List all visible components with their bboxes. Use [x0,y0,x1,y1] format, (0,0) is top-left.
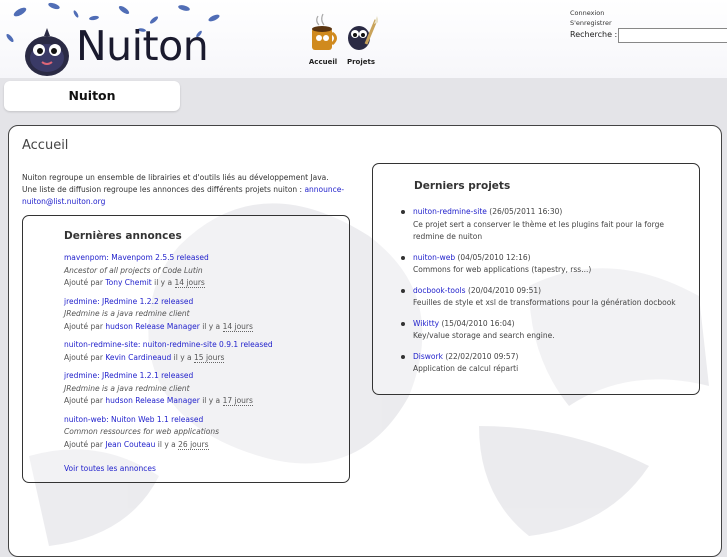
news-ago-prefix: il y a [202,396,221,405]
news-added-by: Ajouté par [64,278,103,287]
news-author-link[interactable]: Tony Chemit [105,278,151,287]
project-link[interactable]: Diswork [413,352,443,361]
news-item: jredmine: JRedmine 1.2.2 released JRedmi… [64,296,344,334]
news-meta: Ajouté par Jean Couteau il y a 26 jours [64,439,344,452]
site-header: Nuiton Accueil Projets Connexion S'enreg… [0,0,727,80]
project-title[interactable]: Nuiton [4,81,180,111]
news-list: mavenpom: Mavenpom 2.5.5 released Ancest… [64,252,344,457]
news-ago-prefix: il y a [173,352,192,362]
projects-panel: Derniers projets nuiton-redmine-site (26… [372,163,700,395]
nav-projects[interactable]: Projets [338,12,384,66]
news-author-link[interactable]: Kevin Cardineaud [105,353,171,362]
project-date: (26/05/2011 16:30) [489,207,563,216]
project-link[interactable]: Wikitty [413,319,439,328]
search-input[interactable] [618,28,727,43]
project-item: Diswork (22/02/2010 09:57) Application d… [401,351,691,376]
project-description: Commons for web applications (tapestry, … [413,265,592,274]
news-author-link[interactable]: hudson Release Manager [105,322,199,331]
account-links: Connexion S'enregistrer [570,8,612,28]
intro-line-2: Une liste de diffusion regroupe les anno… [22,185,305,194]
project-date: (04/05/2010 12:16) [457,252,531,262]
news-title-link[interactable]: mavenpom: Mavenpom 2.5.5 released [64,253,209,262]
news-description: Ancestor of all projects of Code Lutin [64,265,203,275]
news-ago: 14 jours [174,278,205,288]
news-added-by: Ajouté par [64,321,103,331]
bullet-icon [401,288,405,293]
project-item: docbook-tools (20/04/2010 09:51) Feuille… [401,285,691,310]
news-added-by: Ajouté par [64,352,103,362]
projects-list: nuiton-redmine-site (26/05/2011 16:30) C… [401,206,691,384]
bullet-icon [401,210,405,214]
project-item: Wikitty (15/04/2010 16:04) Key/value sto… [401,318,691,343]
news-title-link[interactable]: nuiton-web: Nuiton Web 1.1 released [64,415,203,424]
news-title-link[interactable]: jredmine: JRedmine 1.2.2 released [64,297,193,306]
news-item: nuiton-redmine-site: nuiton-redmine-site… [64,339,344,364]
news-description: JRedmine is a java redmine client [64,309,190,318]
project-link[interactable]: docbook-tools [413,286,466,295]
project-bar: Nuiton [0,78,727,118]
intro-text: Nuiton regroupe un ensemble de librairie… [22,172,352,208]
project-description: Ce projet sert a conserver le thème et l… [413,219,664,242]
project-description: Key/value storage and search engine. [413,331,555,340]
news-meta: Ajouté par hudson Release Manager il y a… [64,395,344,408]
news-description: JRedmine is a java redmine client [64,383,190,393]
main-content: Accueil Nuiton regroupe un ensemble de l… [8,125,722,557]
project-link[interactable]: nuiton-web [413,253,455,262]
news-panel-title: Dernières annonces [64,230,182,242]
news-item: mavenpom: Mavenpom 2.5.5 released Ancest… [64,252,344,290]
news-panel: Dernières annonces mavenpom: Mavenpom 2.… [22,215,350,483]
page-title: Accueil [22,138,69,153]
news-meta: Ajouté par hudson Release Manager il y a… [64,321,344,334]
coffee-mug-icon [312,13,337,50]
news-ago: 17 jours [222,396,253,406]
logo-text: Nuiton [76,22,209,70]
news-added-by: Ajouté par [64,396,103,405]
project-item: nuiton-redmine-site (26/05/2011 16:30) C… [401,206,691,244]
news-author-link[interactable]: hudson Release Manager [105,396,199,405]
nav-projects-label: Projets [346,58,376,66]
bullet-icon [401,255,405,260]
search-label: Recherche : [570,30,618,39]
news-meta: Ajouté par Kevin Cardineaud il y a 15 jo… [64,352,344,365]
news-ago: 26 jours [178,439,209,450]
news-ago-prefix: il y a [154,278,173,287]
bullet-icon [401,354,405,359]
news-ago: 15 jours [194,352,225,363]
search-area: Recherche : [570,28,727,43]
login-link[interactable]: Connexion [570,8,612,18]
project-description: Application de calcul réparti [413,364,519,373]
see-all-news-link[interactable]: Voir toutes les annonces [64,464,156,473]
news-ago-prefix: il y a [157,439,176,449]
project-item: nuiton-web (04/05/2010 12:16) Commons fo… [401,252,691,277]
projects-panel-title: Derniers projets [414,180,511,192]
project-date: (22/02/2010 09:57) [445,351,519,361]
project-date: (20/04/2010 09:51) [467,285,542,295]
news-author-link[interactable]: Jean Couteau [105,440,155,449]
news-title-link[interactable]: nuiton-redmine-site: nuiton-redmine-site… [64,340,273,349]
bullet-icon [401,321,405,326]
project-description: Feuilles de style et xsl de transformati… [413,298,676,307]
news-ago: 14 jours [222,321,253,332]
news-item: jredmine: JRedmine 1.2.1 released JRedmi… [64,370,344,408]
news-meta: Ajouté par Tony Chemit il y a 14 jours [64,277,344,290]
register-link[interactable]: S'enregistrer [570,18,612,28]
project-link[interactable]: nuiton-redmine-site [413,207,487,216]
intro-line-1: Nuiton regroupe un ensemble de librairie… [22,173,329,182]
news-ago-prefix: il y a [202,321,221,331]
news-item: nuiton-web: Nuiton Web 1.1 released Comm… [64,414,344,452]
news-description: Common ressources for web applications [64,427,219,436]
nuiton-logo[interactable]: Nuiton [4,0,234,80]
project-date: (15/04/2010 16:04) [441,318,515,328]
news-title-link[interactable]: jredmine: JRedmine 1.2.1 released [64,371,193,380]
news-added-by: Ajouté par [64,439,103,449]
mascot-paintbrush-icon [348,16,379,50]
